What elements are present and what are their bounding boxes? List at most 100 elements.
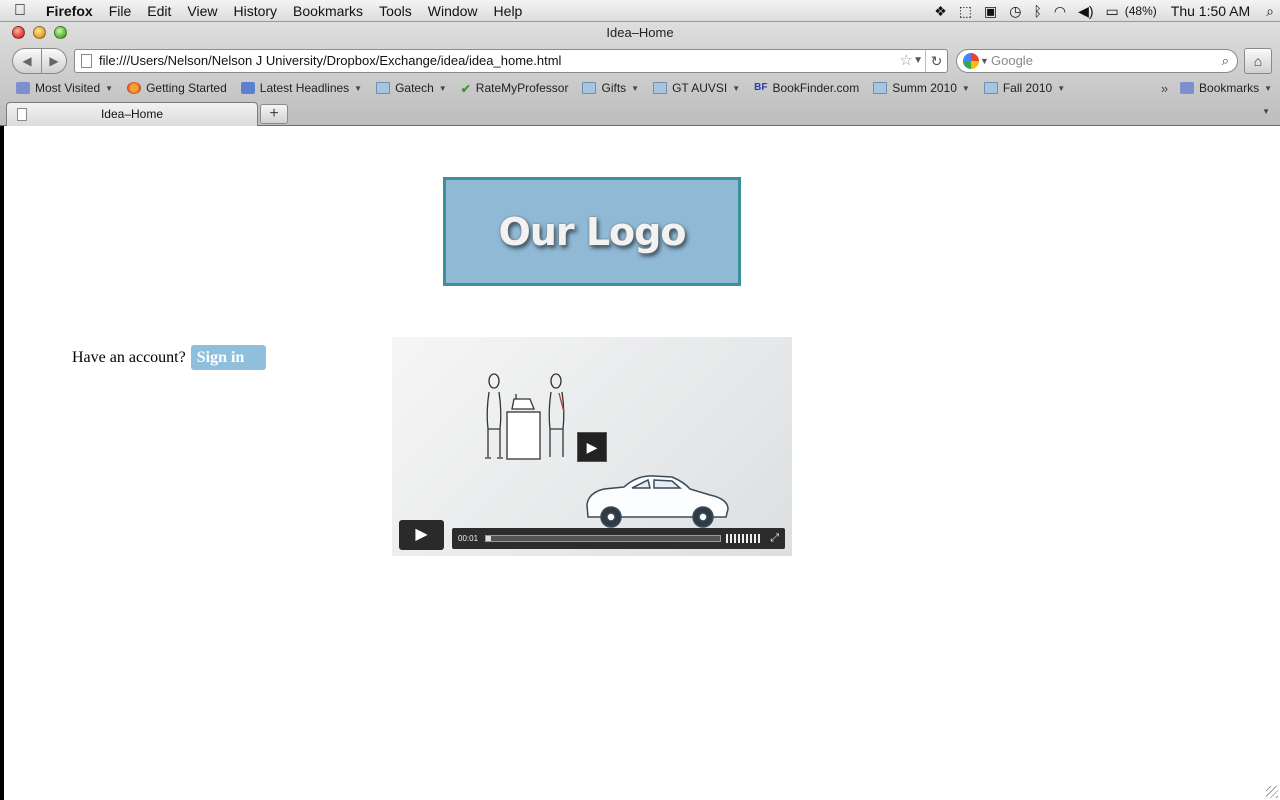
bookmark-label: GT AUVSI <box>672 81 728 95</box>
screen-capture-icon[interactable]: ⬚ <box>953 3 978 20</box>
bookmark-folder-gt-auvsi[interactable]: GT AUVSI ▼ <box>653 81 740 95</box>
page-icon <box>81 54 92 68</box>
counter-figure <box>506 394 541 460</box>
play-button[interactable]: ▶ <box>399 520 444 550</box>
bookmark-folder-fall-2010[interactable]: Fall 2010 ▼ <box>983 81 1065 95</box>
person-right-figure <box>548 373 565 457</box>
bookmark-folder-summ-2010[interactable]: Summ 2010 ▼ <box>873 81 970 95</box>
chevron-down-icon: ▼ <box>438 83 447 93</box>
time-machine-icon[interactable]: ◷ <box>1003 3 1027 20</box>
zoom-window-button[interactable] <box>54 26 67 39</box>
window-resize-grip[interactable] <box>1266 786 1278 798</box>
menu-file[interactable]: File <box>101 3 140 19</box>
home-button[interactable]: ⌂ <box>1244 48 1272 74</box>
close-window-button[interactable] <box>12 26 25 39</box>
center-play-button[interactable]: ▶ <box>577 432 607 462</box>
bookfinder-icon: BF <box>754 82 768 93</box>
menu-window[interactable]: Window <box>420 3 486 19</box>
menu-bookmarks[interactable]: Bookmarks <box>285 3 371 19</box>
video-progress-fill <box>486 536 491 541</box>
sign-in-button[interactable]: Sign in <box>190 345 266 370</box>
back-button[interactable]: ◀ <box>12 48 42 74</box>
bookmark-latest-headlines[interactable]: Latest Headlines ▼ <box>240 81 363 95</box>
forward-button[interactable]: ▶ <box>41 48 67 74</box>
apple-menu-icon[interactable]:  <box>0 2 40 20</box>
minimize-window-button[interactable] <box>33 26 46 39</box>
menu-view[interactable]: View <box>179 3 225 19</box>
reload-icon[interactable]: ↻ <box>925 50 947 72</box>
firefox-icon <box>127 82 142 94</box>
menu-help[interactable]: Help <box>486 3 531 19</box>
chevron-down-icon: ▼ <box>354 83 363 93</box>
logo-text: Our Logo <box>498 209 687 254</box>
url-history-dropdown-icon[interactable]: ▼ <box>913 50 923 72</box>
volume-icon[interactable]: ◀) <box>1072 3 1099 20</box>
search-icon[interactable]: ⌕ <box>1222 50 1229 72</box>
account-prompt-row: Have an account? Sign in <box>72 345 266 370</box>
chevron-down-icon: ▼ <box>105 83 114 93</box>
bookmarks-toolbar: Most Visited ▼ Getting Started Latest He… <box>0 77 1280 99</box>
bookmarks-overflow-chevron-icon[interactable]: » <box>1161 81 1168 96</box>
tab-strip: Idea–Home + ▼ <box>0 101 1280 126</box>
bluetooth-icon[interactable]: ᛒ <box>1027 3 1047 19</box>
bookmark-folder-gifts[interactable]: Gifts ▼ <box>582 81 639 95</box>
bookmarks-menu-button[interactable]: Bookmarks ▼ <box>1180 81 1272 95</box>
bookmark-folder-gatech[interactable]: Gatech ▼ <box>376 81 447 95</box>
tab-list-dropdown-icon[interactable]: ▼ <box>1262 107 1270 116</box>
bookmark-bookfinder[interactable]: BF BookFinder.com <box>754 81 859 95</box>
check-icon: ✔ <box>460 82 471 96</box>
chevron-down-icon: ▼ <box>1264 83 1272 93</box>
account-prompt-text: Have an account? <box>72 348 186 366</box>
video-player[interactable]: ▶ ▶ 00:01 ⤢ <box>392 337 792 556</box>
new-tab-button[interactable]: + <box>260 104 288 124</box>
folder-icon <box>873 82 888 94</box>
bookmark-label: BookFinder.com <box>772 81 860 95</box>
spotlight-icon[interactable]: ⌕ <box>1260 3 1280 20</box>
bookmark-most-visited[interactable]: Most Visited ▼ <box>16 81 113 95</box>
chevron-down-icon: ▼ <box>961 83 970 93</box>
tab-title: Idea–Home <box>100 107 164 121</box>
bookmark-label: Summ 2010 <box>892 81 957 95</box>
rss-icon <box>240 82 255 94</box>
volume-slider[interactable] <box>726 534 761 543</box>
bookmark-label: Gatech <box>395 81 434 95</box>
chevron-down-icon: ▼ <box>732 83 741 93</box>
menu-tools[interactable]: Tools <box>371 3 420 19</box>
search-bar[interactable]: ▼ Google ⌕ <box>956 49 1238 73</box>
google-engine-icon[interactable] <box>963 53 979 69</box>
bookmark-ratemyprofessor[interactable]: ✔ RateMyProfessor <box>460 81 569 96</box>
folder-icon <box>983 82 998 94</box>
bookmark-getting-started[interactable]: Getting Started <box>127 81 227 95</box>
video-progress-bar[interactable] <box>485 535 721 542</box>
menu-edit[interactable]: Edit <box>139 3 179 19</box>
bookmark-label: Fall 2010 <box>1002 81 1053 95</box>
fullscreen-icon[interactable]: ⤢ <box>770 528 779 549</box>
site-logo: Our Logo <box>443 177 741 286</box>
back-arrow-icon: ◀ <box>22 54 32 68</box>
tab-idea-home[interactable]: Idea–Home <box>6 102 258 126</box>
home-icon: ⌂ <box>1253 53 1263 69</box>
folder-icon <box>653 82 668 94</box>
bookmarks-menu-label: Bookmarks <box>1199 81 1260 95</box>
navigation-toolbar: ◀ ▶ file:///Users/Nelson/Nelson J Univer… <box>0 48 1280 74</box>
url-bar[interactable]: file:///Users/Nelson/Nelson J University… <box>74 49 948 73</box>
search-engine-dropdown-icon[interactable]: ▼ <box>980 50 989 72</box>
bookmark-star-icon[interactable]: ☆ <box>900 50 913 72</box>
person-left-figure <box>485 373 503 459</box>
folder-icon <box>582 82 597 94</box>
dropbox-icon[interactable]: ❖ <box>928 3 953 20</box>
menu-clock[interactable]: Thu 1:50 AM <box>1163 3 1260 19</box>
bookmark-label: RateMyProfessor <box>475 81 569 95</box>
page-icon <box>17 108 27 121</box>
url-text[interactable]: file:///Users/Nelson/Nelson J University… <box>99 53 561 68</box>
wifi-icon[interactable]: ◠ <box>1048 3 1072 20</box>
calendar-icon[interactable]: ▣ <box>978 3 1003 20</box>
menu-app-name[interactable]: Firefox <box>40 3 101 19</box>
play-icon: ▶ <box>415 526 428 543</box>
video-time: 00:01 <box>458 534 479 543</box>
chevron-down-icon: ▼ <box>631 83 640 93</box>
bookmarks-toolbar-right: » Bookmarks ▼ <box>1161 77 1272 99</box>
menu-history[interactable]: History <box>225 3 285 19</box>
battery-icon[interactable]: ▭ <box>1100 3 1125 20</box>
browser-chrome: Idea–Home ◀ ▶ file:///Users/Nelson/Nelso… <box>0 22 1280 126</box>
